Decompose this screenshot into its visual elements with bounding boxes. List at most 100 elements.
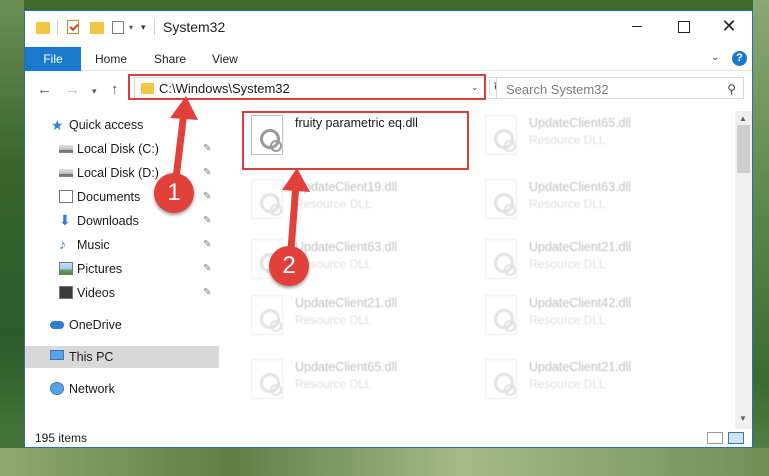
forward-button[interactable]: → — [65, 81, 80, 98]
sidebar-item-music[interactable]: ♪ Music ✎ — [25, 234, 219, 256]
pin-icon[interactable]: ✎ — [203, 191, 211, 202]
network-icon — [50, 382, 64, 395]
new-folder-icon[interactable] — [90, 22, 104, 34]
properties-icon[interactable] — [112, 21, 124, 34]
properties-check-icon[interactable] — [67, 20, 79, 34]
pictures-icon — [59, 262, 73, 275]
sidebar-item-label: Local Disk (C:) — [77, 142, 159, 156]
sidebar-item-label: Local Disk (D:) — [77, 166, 159, 180]
toolbar-separator — [57, 19, 58, 35]
dll-file-icon — [485, 179, 517, 219]
file-name: UpdateClient21.dll — [529, 240, 632, 254]
sidebar-item-label: Network — [69, 382, 115, 396]
file-type: Resource DLL — [295, 377, 372, 391]
status-bar: 195 items — [25, 429, 752, 447]
close-button[interactable]: ✕ — [706, 11, 752, 41]
computer-icon — [50, 350, 64, 360]
recent-locations-icon[interactable]: ▾ — [92, 86, 97, 97]
ribbon-tabs: File Home Share View ⌄ ? — [25, 47, 752, 71]
desktop-background-left — [0, 0, 24, 476]
file-type: Resource DLL — [529, 377, 606, 391]
item-count: 195 items — [35, 431, 88, 445]
dll-file-icon — [251, 295, 283, 335]
dll-file-icon — [485, 295, 517, 335]
scroll-down-icon[interactable]: ▼ — [739, 414, 747, 423]
minimize-button[interactable] — [614, 11, 660, 41]
step-1-badge: 1 — [154, 173, 194, 213]
file-type: Resource DLL — [529, 313, 606, 327]
file-item[interactable]: UpdateClient21.dll Resource DLL — [479, 355, 699, 405]
downloads-icon: ⬇ — [59, 212, 71, 228]
file-type: Resource DLL — [295, 313, 372, 327]
sidebar-item-label: OneDrive — [69, 318, 122, 332]
music-icon: ♪ — [59, 236, 66, 252]
tab-home[interactable]: Home — [95, 47, 127, 71]
dll-file-icon — [485, 115, 517, 155]
sidebar-item-label: This PC — [69, 350, 114, 364]
file-name: UpdateClient65.dll — [295, 360, 398, 374]
title-bar: ▾ ▾ System32 ✕ — [25, 11, 752, 41]
file-item[interactable]: UpdateClient42.dll Resource DLL — [479, 291, 699, 341]
sidebar-item-quick-access[interactable]: ★ Quick access — [25, 114, 219, 136]
expand-ribbon-icon[interactable]: ⌄ — [711, 52, 719, 63]
scrollbar-thumb[interactable] — [737, 125, 750, 173]
toolbar-separator — [154, 19, 155, 35]
file-item[interactable]: UpdateClient65.dll Resource DLL — [245, 355, 465, 405]
large-icons-view-icon[interactable] — [728, 432, 744, 444]
pin-icon[interactable]: ✎ — [203, 263, 211, 274]
file-type: Resource DLL — [529, 197, 606, 211]
pin-icon[interactable]: ✎ — [203, 167, 211, 178]
sidebar-item-onedrive[interactable]: OneDrive — [25, 314, 219, 336]
address-bar-highlight — [128, 74, 486, 100]
tab-share[interactable]: Share — [154, 47, 186, 71]
file-item[interactable]: UpdateClient21.dll Resource DLL — [245, 291, 465, 341]
sidebar-item-pictures[interactable]: Pictures ✎ — [25, 258, 219, 280]
dll-file-icon — [485, 359, 517, 399]
back-button[interactable]: ← — [37, 81, 52, 98]
sidebar-item-this-pc[interactable]: This PC — [25, 346, 219, 368]
pin-icon[interactable]: ✎ — [203, 239, 211, 250]
desktop-background-right — [753, 0, 769, 476]
file-item[interactable]: UpdateClient21.dll Resource DLL — [479, 235, 699, 285]
customize-toolbar-icon[interactable]: ▾ — [141, 22, 146, 33]
file-item[interactable]: UpdateClient65.dll Resource DLL — [479, 111, 699, 161]
properties-dropdown-icon[interactable]: ▾ — [129, 23, 133, 32]
help-icon[interactable]: ? — [732, 51, 747, 66]
search-icon[interactable]: ⚲ — [727, 82, 736, 96]
file-item[interactable]: UpdateClient19.dll Resource DLL — [245, 175, 465, 225]
search-input[interactable]: Search System32 ⚲ — [496, 77, 744, 99]
vertical-scrollbar[interactable]: ▲ ▼ — [735, 111, 752, 429]
sidebar-item-network[interactable]: Network — [25, 378, 219, 400]
tab-view[interactable]: View — [212, 47, 238, 71]
file-name: UpdateClient21.dll — [295, 296, 398, 310]
file-name: UpdateClient63.dll — [295, 240, 398, 254]
sidebar-item-downloads[interactable]: ⬇ Downloads ✎ — [25, 210, 219, 232]
up-button[interactable]: ↑ — [111, 81, 119, 98]
cloud-icon — [50, 321, 64, 329]
file-name: UpdateClient65.dll — [529, 116, 632, 130]
maximize-button[interactable] — [660, 11, 706, 41]
pin-icon[interactable]: ✎ — [203, 143, 211, 154]
details-view-icon[interactable] — [707, 432, 723, 444]
file-type: Resource DLL — [529, 133, 606, 147]
dll-file-icon — [251, 359, 283, 399]
sidebar-item-label: Music — [77, 238, 110, 252]
step-2-badge: 2 — [269, 246, 309, 286]
file-item[interactable]: UpdateClient63.dll Resource DLL — [479, 175, 699, 225]
sidebar-item-videos[interactable]: Videos ✎ — [25, 282, 219, 304]
scroll-up-icon[interactable]: ▲ — [739, 114, 747, 123]
sidebar-item-label: Quick access — [69, 118, 144, 132]
window-title: System32 — [163, 19, 226, 35]
file-name: UpdateClient19.dll — [295, 180, 398, 194]
file-type: Resource DLL — [529, 257, 606, 271]
dll-file-icon — [251, 179, 283, 219]
tab-file[interactable]: File — [25, 47, 81, 71]
sidebar-item-local-disk-c[interactable]: Local Disk (C:) ✎ — [25, 138, 219, 160]
file-highlight — [242, 111, 469, 170]
pin-icon[interactable]: ✎ — [203, 287, 211, 298]
sidebar-item-label: Downloads — [77, 214, 139, 228]
file-name: UpdateClient21.dll — [529, 360, 632, 374]
pin-icon[interactable]: ✎ — [203, 215, 211, 226]
search-placeholder: Search System32 — [506, 82, 609, 97]
folder-icon — [36, 22, 50, 34]
